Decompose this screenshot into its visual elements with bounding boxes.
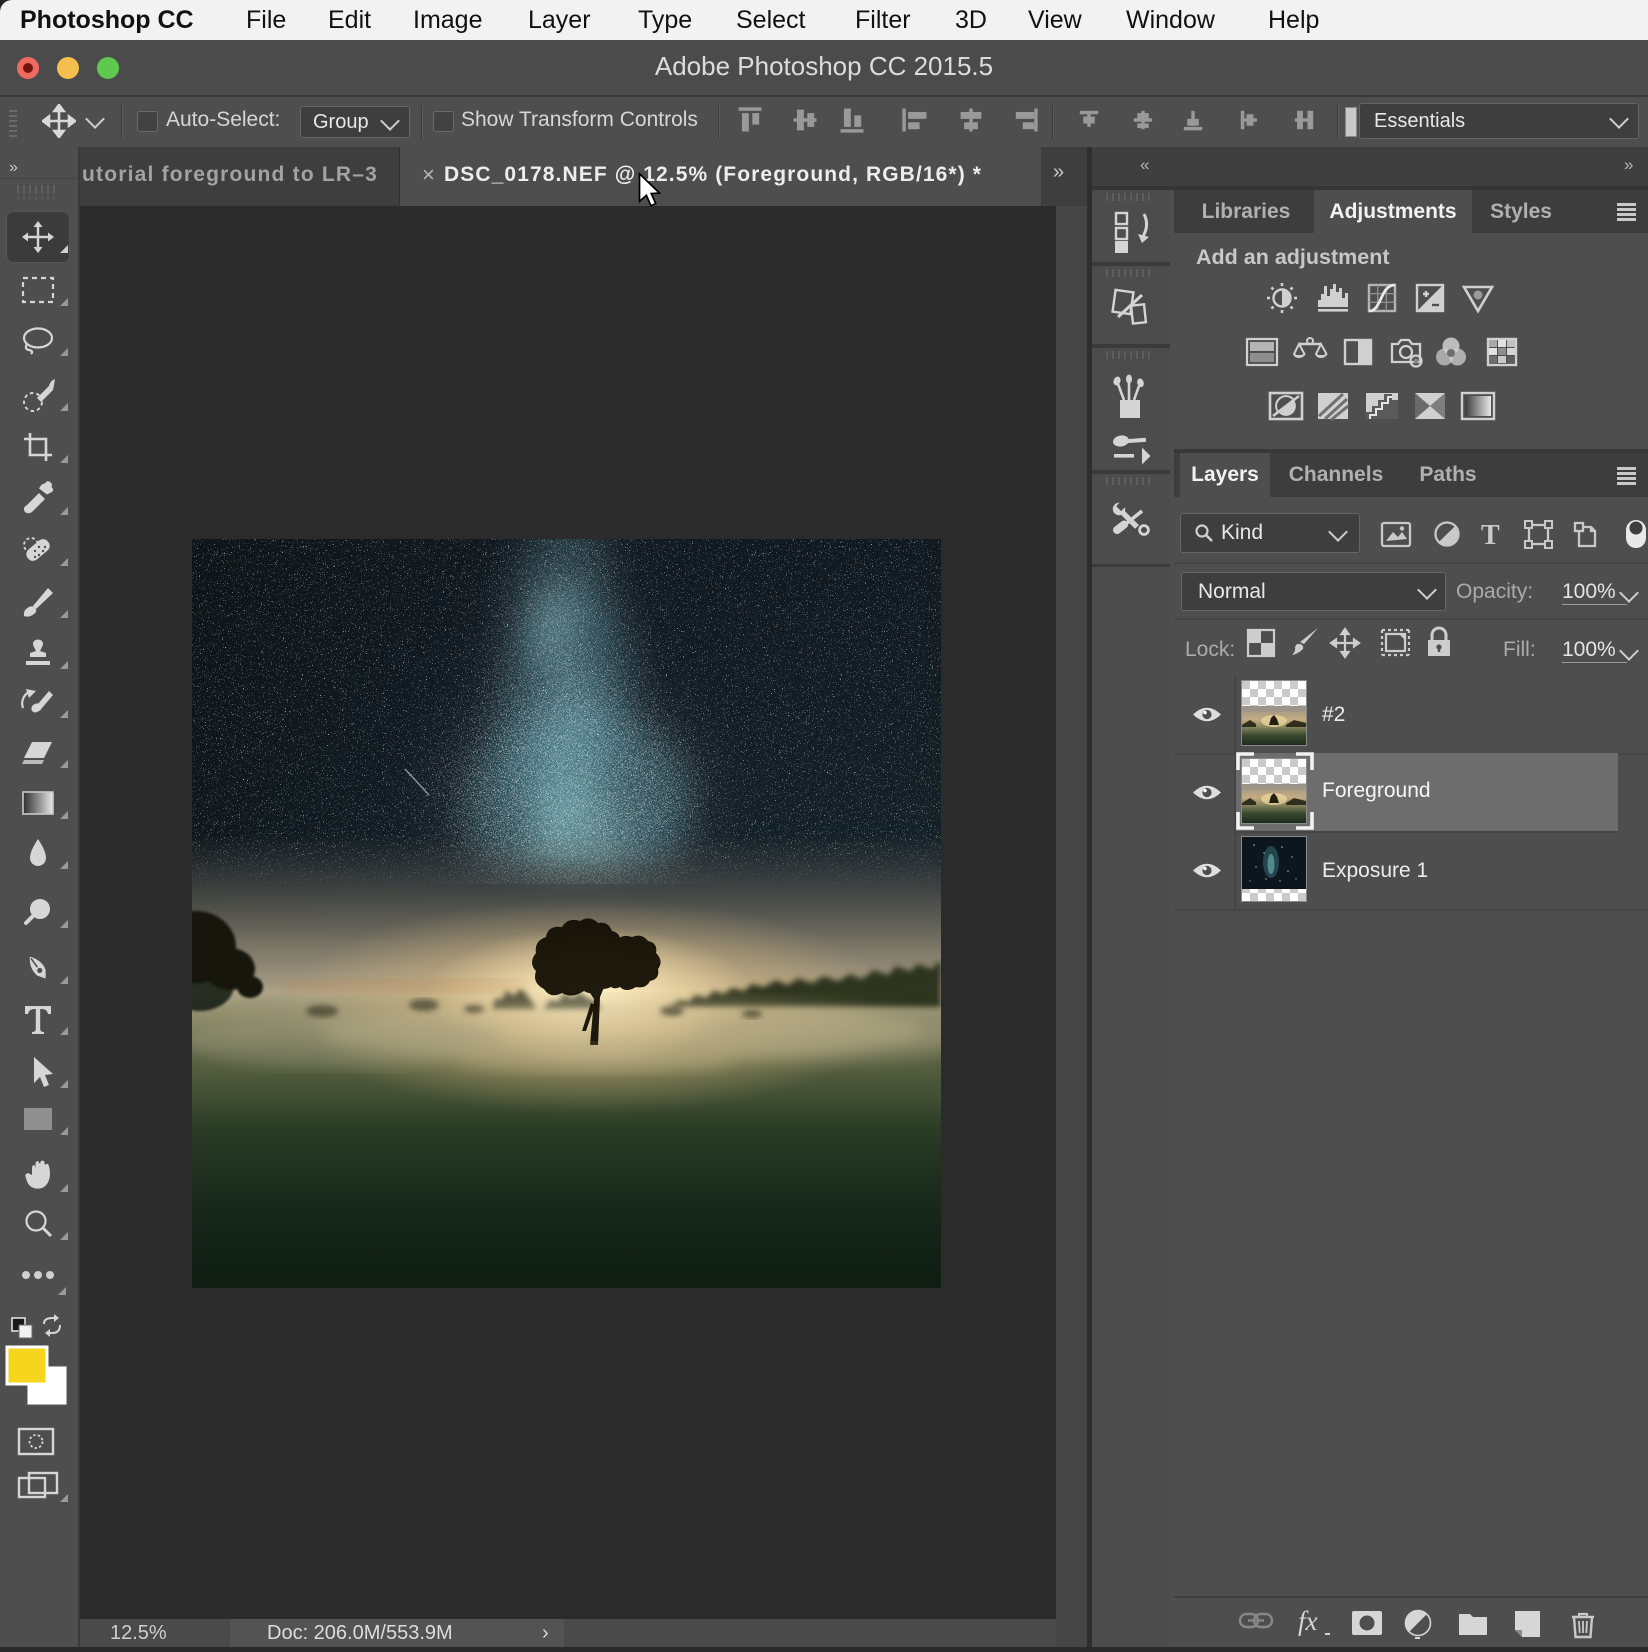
- svg-text:fx: fx: [1298, 1606, 1318, 1636]
- svg-text:T: T: [1481, 520, 1500, 551]
